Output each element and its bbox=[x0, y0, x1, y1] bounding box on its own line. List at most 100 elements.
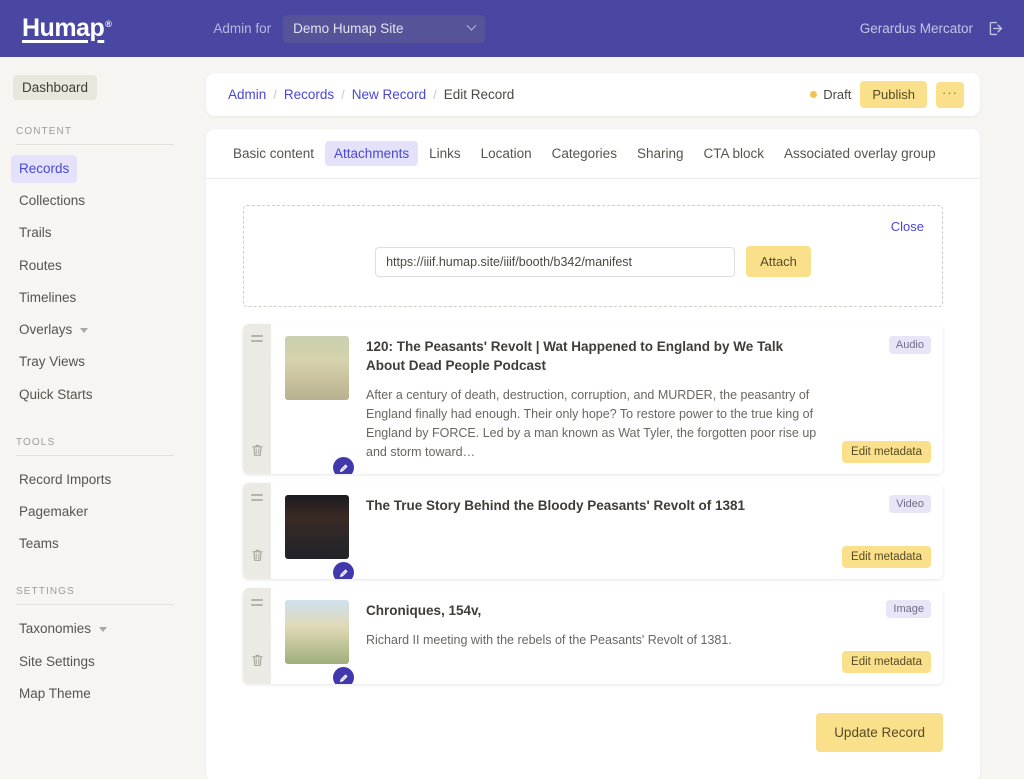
attachment-body: The True Story Behind the Bloody Peasant… bbox=[349, 483, 835, 579]
pencil-icon[interactable] bbox=[333, 667, 354, 685]
publish-button[interactable]: Publish bbox=[860, 81, 927, 108]
attachment-type-badge: Video bbox=[889, 495, 931, 514]
trash-icon[interactable] bbox=[251, 653, 264, 673]
breadcrumb-item-edit-record: Edit Record bbox=[443, 87, 515, 102]
manifest-url-input[interactable] bbox=[375, 246, 736, 277]
edit-metadata-button[interactable]: Edit metadata bbox=[842, 651, 931, 674]
status-badge: Draft bbox=[810, 87, 851, 102]
edit-metadata-button[interactable]: Edit metadata bbox=[842, 546, 931, 569]
form-footer: Update Record bbox=[243, 713, 943, 753]
sidebar-item-quick-starts[interactable]: Quick Starts bbox=[11, 381, 101, 409]
sidebar-item-trails[interactable]: Trails bbox=[11, 219, 60, 247]
sidebar-item-records[interactable]: Records bbox=[11, 155, 78, 184]
breadcrumb-item-admin[interactable]: Admin bbox=[228, 87, 266, 102]
attach-url-row: Attach bbox=[262, 246, 924, 277]
trash-icon[interactable] bbox=[251, 443, 264, 463]
attachment-actions: Image Edit metadata bbox=[835, 588, 943, 684]
attachment-description: After a century of death, destruction, c… bbox=[366, 388, 817, 460]
sidebar-item-routes[interactable]: Routes bbox=[11, 252, 70, 280]
sidebar-item-overlays[interactable]: Overlays bbox=[11, 316, 96, 344]
sidebar-item-taxonomies[interactable]: Taxonomies bbox=[11, 615, 115, 643]
more-options-button[interactable]: ··· bbox=[936, 81, 964, 108]
attachment-gutter bbox=[243, 588, 271, 685]
tab-attachments[interactable]: Attachments bbox=[325, 141, 419, 166]
sidebar-group-label: TOOLS bbox=[16, 436, 56, 448]
breadcrumb-separator: / bbox=[341, 87, 345, 102]
sidebar-item-tray-views[interactable]: Tray Views bbox=[11, 348, 93, 376]
sidebar-item-site-settings[interactable]: Site Settings bbox=[11, 648, 103, 676]
site-selector-value: Demo Humap Site bbox=[293, 21, 404, 36]
sidebar-item-dashboard[interactable]: Dashboard bbox=[13, 75, 98, 100]
breadcrumb-item-new-record[interactable]: New Record bbox=[352, 87, 426, 102]
close-dropzone-link[interactable]: Close bbox=[891, 219, 924, 234]
attachment-body: Chroniques, 154v, Richard II meeting with… bbox=[349, 588, 835, 684]
admin-for-label: Admin for bbox=[213, 21, 272, 36]
attachment-title: 120: The Peasants' Revolt | Wat Happened… bbox=[366, 339, 784, 374]
humap-logo[interactable]: Humap® bbox=[22, 14, 112, 43]
divider bbox=[16, 454, 174, 456]
top-bar: Humap® Admin for Demo Humap Site Gerardu… bbox=[0, 0, 1024, 57]
attachment-list: 120: The Peasants' Revolt | Wat Happened… bbox=[243, 324, 943, 685]
drag-handle-icon[interactable] bbox=[251, 599, 263, 606]
sidebar-item-teams[interactable]: Teams bbox=[11, 530, 67, 558]
tab-associated-overlay-group[interactable]: Associated overlay group bbox=[775, 141, 945, 166]
attachment-thumbnail-wrap bbox=[271, 324, 354, 475]
status-label: Draft bbox=[823, 87, 852, 102]
update-record-button[interactable]: Update Record bbox=[816, 713, 943, 753]
tab-sharing[interactable]: Sharing bbox=[628, 141, 693, 166]
attachment-body: 120: The Peasants' Revolt | Wat Happened… bbox=[349, 324, 835, 474]
chevron-down-icon bbox=[80, 327, 89, 333]
sidebar-item-label: Trails bbox=[19, 225, 52, 241]
pencil-icon[interactable] bbox=[333, 562, 354, 580]
attachment-thumbnail bbox=[285, 600, 349, 665]
tab-cta-block[interactable]: CTA block bbox=[695, 141, 774, 166]
sidebar-item-timelines[interactable]: Timelines bbox=[11, 284, 84, 312]
iiif-attach-dropzone: Close Attach bbox=[243, 205, 943, 307]
attach-button[interactable]: Attach bbox=[746, 246, 811, 277]
sidebar-item-label: Pagemaker bbox=[19, 503, 89, 519]
sidebar-group-items: Taxonomies Site Settings Map Theme bbox=[16, 613, 174, 710]
main-content: Admin / Records / New Record / Edit Record Dra… bbox=[190, 57, 1024, 779]
site-selector[interactable]: Demo Humap Site bbox=[283, 14, 486, 43]
tab-location[interactable]: Location bbox=[472, 141, 541, 166]
edit-metadata-button[interactable]: Edit metadata bbox=[842, 441, 931, 464]
sidebar-item-label: Site Settings bbox=[19, 653, 95, 669]
sidebar-item-label: Map Theme bbox=[19, 685, 91, 701]
tab-links[interactable]: Links bbox=[420, 141, 470, 166]
chevron-down-icon bbox=[466, 20, 477, 31]
attachment-row: Chroniques, 154v, Richard II meeting with… bbox=[243, 588, 943, 685]
attachment-thumbnail bbox=[285, 495, 349, 560]
sidebar-groups: CONTENT Records Collections Trails Routes Tim… bbox=[11, 126, 174, 710]
divider bbox=[16, 144, 174, 145]
divider bbox=[16, 604, 174, 606]
logout-icon[interactable] bbox=[987, 20, 1004, 37]
chevron-down-icon bbox=[99, 627, 108, 633]
attachment-title: Chroniques, 154v, bbox=[366, 603, 482, 619]
sidebar-item-collections[interactable]: Collections bbox=[11, 187, 93, 215]
sidebar-group-items: Records Collections Trails Routes Timelines O… bbox=[11, 153, 174, 411]
drag-handle-icon[interactable] bbox=[251, 335, 263, 342]
sidebar-item-label: Taxonomies bbox=[19, 621, 92, 637]
logo-text: Humap bbox=[22, 14, 105, 42]
record-editor-card: Basic content Attachments Links Location Cat… bbox=[206, 129, 980, 779]
page-body: Dashboard CONTENT Records Collections Trail… bbox=[0, 57, 1024, 779]
trash-icon[interactable] bbox=[251, 548, 264, 568]
attachment-gutter bbox=[243, 324, 271, 475]
sidebar-item-pagemaker[interactable]: Pagemaker bbox=[11, 498, 96, 526]
record-actions: Draft Publish ··· bbox=[810, 81, 964, 108]
attachment-row: The True Story Behind the Bloody Peasant… bbox=[243, 483, 943, 580]
attachment-type-badge: Image bbox=[886, 600, 931, 619]
attachment-description: Richard II meeting with the rebels of th… bbox=[366, 633, 732, 648]
sidebar-item-record-imports[interactable]: Record Imports bbox=[11, 466, 119, 494]
breadcrumb-bar: Admin / Records / New Record / Edit Record Dra… bbox=[206, 73, 980, 116]
sidebar-item-label: Routes bbox=[19, 257, 62, 273]
pencil-icon[interactable] bbox=[333, 457, 354, 475]
sidebar-item-map-theme[interactable]: Map Theme bbox=[11, 680, 99, 708]
drag-handle-icon[interactable] bbox=[251, 494, 263, 501]
attachment-thumbnail bbox=[285, 336, 349, 400]
attachment-thumbnail-wrap bbox=[271, 483, 354, 580]
breadcrumb-item-records[interactable]: Records bbox=[284, 87, 334, 102]
tab-categories[interactable]: Categories bbox=[543, 141, 626, 166]
tab-basic-content[interactable]: Basic content bbox=[224, 141, 323, 166]
sidebar: Dashboard CONTENT Records Collections Trail… bbox=[0, 57, 190, 779]
